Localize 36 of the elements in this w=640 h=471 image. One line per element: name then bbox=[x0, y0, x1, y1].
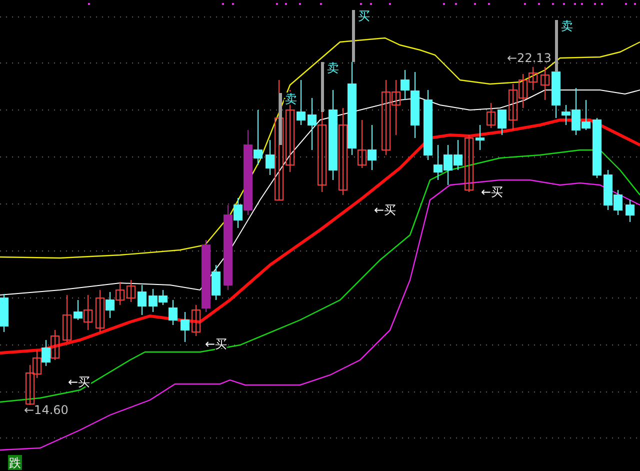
candlestick bbox=[444, 144, 452, 186]
candlestick bbox=[50, 330, 60, 360]
buy-label: ←买 bbox=[205, 337, 228, 351]
buy-label: ←买 bbox=[481, 185, 504, 199]
candlestick bbox=[42, 340, 50, 366]
candlestick bbox=[116, 282, 124, 306]
price-label: ←22.13 bbox=[507, 51, 552, 65]
buy-label: ←买 bbox=[68, 375, 90, 389]
candlestick bbox=[626, 200, 634, 222]
candlestick bbox=[62, 294, 72, 342]
candlestick bbox=[508, 84, 518, 130]
trend-badge: 跌 bbox=[8, 455, 22, 470]
candlestick bbox=[486, 102, 496, 128]
candlestick bbox=[464, 134, 474, 192]
signal-label: 卖 bbox=[327, 61, 339, 75]
marker-stem bbox=[555, 20, 558, 72]
marker-stem bbox=[279, 93, 282, 145]
candlestick bbox=[498, 110, 506, 136]
candlestick bbox=[592, 118, 602, 178]
candlestick bbox=[26, 364, 34, 406]
candlestick bbox=[540, 66, 550, 100]
signal-label: 买 bbox=[358, 9, 370, 23]
buy-label: ←买 bbox=[374, 203, 396, 217]
marker-stem bbox=[352, 10, 355, 62]
signal-label: 卖 bbox=[561, 19, 573, 33]
candlestick bbox=[368, 124, 376, 170]
candlestick bbox=[126, 280, 136, 302]
candlestick bbox=[296, 80, 306, 126]
candlestick bbox=[180, 312, 190, 342]
candlestick bbox=[138, 284, 146, 316]
candlestick bbox=[32, 350, 42, 378]
marker-stem bbox=[321, 62, 324, 112]
candlestick bbox=[454, 140, 462, 170]
candlestick bbox=[476, 124, 484, 150]
candlestick bbox=[0, 294, 8, 332]
price-label: ←14.60 bbox=[24, 403, 68, 417]
